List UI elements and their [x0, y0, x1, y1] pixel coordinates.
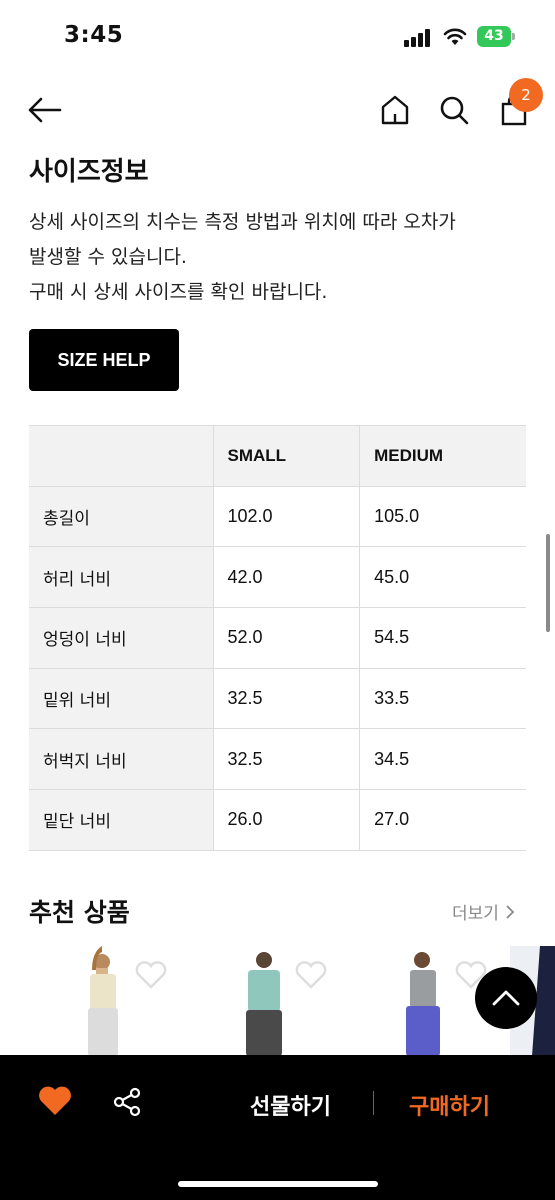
small-value: 32.5 — [212, 728, 361, 791]
row-label: 밑위 너비 — [29, 667, 214, 730]
chevron-right-icon — [506, 904, 515, 919]
row-label: 엉덩이 너비 — [29, 607, 214, 669]
medium-value: 33.5 — [359, 667, 526, 730]
cart-count-badge: 2 — [509, 78, 543, 112]
small-value: 32.5 — [212, 667, 361, 730]
product-card[interactable] — [200, 946, 350, 1056]
home-button[interactable] — [376, 90, 414, 130]
medium-value: 105.0 — [359, 485, 526, 548]
description-line: 구매 시 상세 사이즈를 확인 바랍니다. — [29, 281, 328, 303]
signal-icon — [404, 29, 434, 47]
row-label: 허리 너비 — [29, 546, 214, 609]
search-button[interactable] — [434, 90, 474, 130]
share-icon[interactable] — [112, 1087, 142, 1117]
medium-value: 27.0 — [359, 789, 526, 851]
row-label: 밑단 너비 — [29, 789, 214, 851]
recommended-title: 추천 상품 — [29, 898, 130, 927]
divider — [373, 1091, 374, 1115]
see-more-link[interactable]: 더보기 — [452, 899, 515, 924]
small-value: 102.0 — [212, 485, 361, 548]
description-line: 발생할 수 있습니다. — [29, 246, 187, 268]
buy-button[interactable]: 구매하기 — [409, 1089, 490, 1121]
medium-value: 34.5 — [359, 728, 526, 791]
size-info-title: 사이즈정보 — [29, 157, 149, 187]
small-value: 26.0 — [212, 789, 361, 851]
table-row: 밑위 너비 32.5 33.5 — [29, 667, 526, 730]
status-bar: 3:45 43 — [0, 0, 555, 74]
table-row: 총길이 102.0 105.0 — [29, 485, 526, 548]
home-indicator — [178, 1181, 378, 1187]
small-value: 42.0 — [212, 546, 361, 609]
chevron-up-icon — [492, 990, 520, 1006]
bottom-action-bar: 선물하기 구매하기 — [0, 1055, 555, 1200]
wishlist-heart-icon[interactable] — [294, 960, 328, 990]
search-icon — [440, 96, 469, 125]
size-info-description: 상세 사이즈의 치수는 측정 방법과 위치에 따라 오차가 발생할 수 있습니다… — [29, 205, 529, 310]
row-label: 총길이 — [29, 485, 214, 548]
battery-level: 43 — [477, 26, 511, 47]
table-row: 허벅지 너비 32.5 34.5 — [29, 728, 526, 791]
scrollbar[interactable] — [546, 534, 550, 632]
product-card[interactable] — [40, 946, 190, 1056]
back-button[interactable] — [24, 90, 64, 130]
description-line: 상세 사이즈의 치수는 측정 방법과 위치에 따라 오차가 — [29, 211, 456, 233]
header-empty-cell — [29, 425, 214, 487]
scroll-to-top-button[interactable] — [475, 967, 537, 1029]
gift-button[interactable]: 선물하기 — [250, 1089, 331, 1121]
recommended-products — [0, 946, 555, 1056]
table-row: 밑단 너비 26.0 27.0 — [29, 789, 526, 851]
table-row: 허리 너비 42.0 45.0 — [29, 546, 526, 609]
row-label: 허벅지 너비 — [29, 728, 214, 791]
battery-icon: 43 — [477, 26, 515, 47]
arrow-left-icon — [28, 97, 62, 123]
wishlist-heart-icon[interactable] — [134, 960, 168, 990]
small-value: 52.0 — [212, 607, 361, 669]
header-medium: MEDIUM — [359, 425, 526, 487]
see-more-label: 더보기 — [452, 904, 499, 924]
like-heart-icon[interactable] — [38, 1085, 72, 1117]
medium-value: 54.5 — [359, 607, 526, 669]
top-nav — [0, 74, 555, 146]
table-row: 엉덩이 너비 52.0 54.5 — [29, 607, 526, 669]
size-table: SMALL MEDIUM 총길이 102.0 105.0 허리 너비 42.0 … — [29, 425, 526, 851]
medium-value: 45.0 — [359, 546, 526, 609]
table-header-row: SMALL MEDIUM — [29, 425, 526, 487]
home-icon — [381, 95, 409, 125]
header-small: SMALL — [212, 425, 361, 487]
wifi-icon — [443, 28, 467, 45]
status-time: 3:45 — [64, 22, 124, 48]
size-help-button[interactable]: SIZE HELP — [29, 329, 179, 391]
